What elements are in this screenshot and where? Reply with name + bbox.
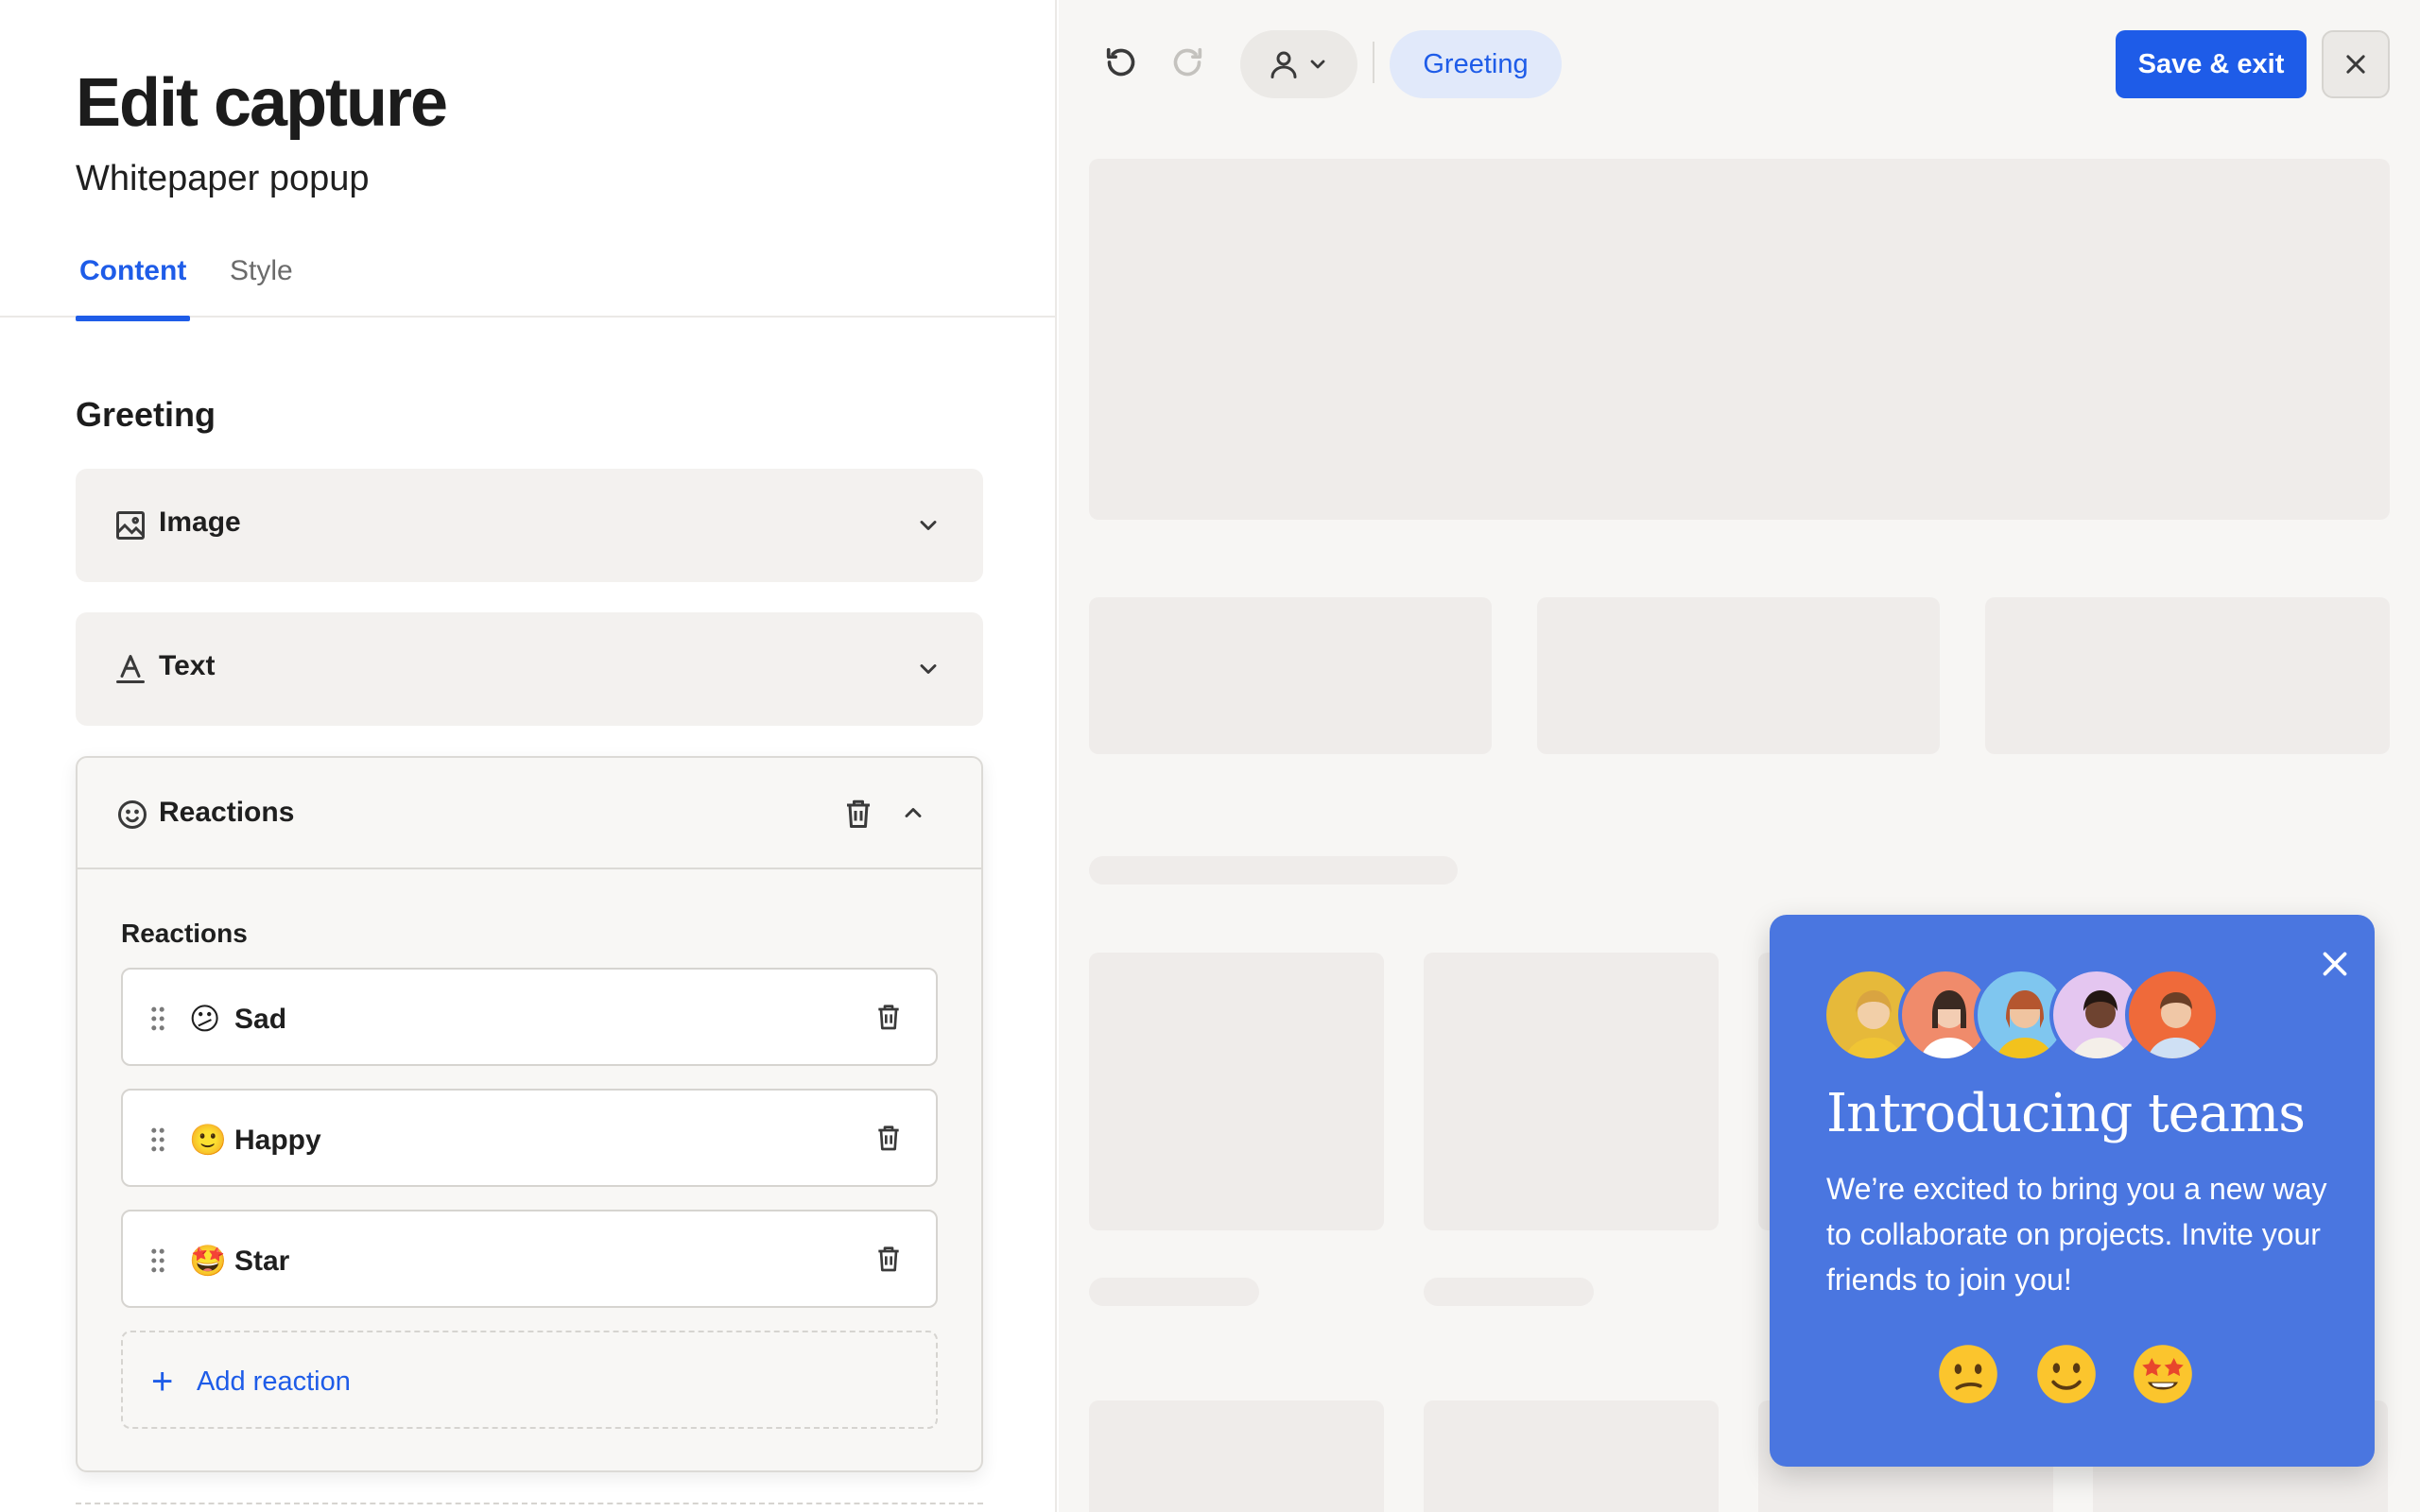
reactions-list-label: Reactions bbox=[121, 919, 248, 948]
accordion-image-label: Image bbox=[159, 507, 241, 538]
accordion-text-label: Text bbox=[159, 650, 216, 681]
add-reaction-button[interactable]: + Add reaction bbox=[121, 1331, 938, 1429]
skeleton-tile bbox=[1089, 1400, 1384, 1512]
close-icon[interactable] bbox=[2318, 947, 2352, 981]
greeting-popup[interactable]: Introducing teams We’re excited to bring… bbox=[1770, 915, 2375, 1467]
accordion-text[interactable]: Text bbox=[76, 612, 983, 726]
smiley-icon bbox=[118, 800, 147, 829]
skeleton-card bbox=[1089, 597, 1492, 754]
add-reaction-label: Add reaction bbox=[197, 1366, 351, 1397]
save-exit-button[interactable]: Save & exit bbox=[2116, 30, 2307, 98]
close-icon bbox=[2346, 55, 2365, 74]
drag-handle-icon[interactable] bbox=[149, 1126, 166, 1153]
skeleton-line bbox=[1089, 1278, 1259, 1306]
divider bbox=[76, 1503, 983, 1512]
section-heading: Greeting bbox=[76, 395, 216, 434]
tab-bar: Content Style bbox=[0, 248, 1055, 321]
chevron-up-icon[interactable] bbox=[900, 799, 926, 826]
tab-content[interactable]: Content bbox=[75, 255, 191, 321]
toolbar-divider bbox=[1373, 42, 1374, 83]
reaction-label: Sad bbox=[234, 1004, 287, 1035]
star-struck-emoji[interactable] bbox=[2131, 1342, 2195, 1406]
reaction-emoji: 🤩 bbox=[189, 1243, 227, 1279]
reaction-label: Happy bbox=[234, 1125, 321, 1156]
undo-icon[interactable] bbox=[1102, 43, 1140, 81]
user-preview-dropdown[interactable] bbox=[1240, 30, 1357, 98]
plus-icon: + bbox=[151, 1361, 174, 1402]
redo-icon[interactable] bbox=[1168, 43, 1206, 81]
sad-emoji[interactable] bbox=[1936, 1342, 2000, 1406]
page-subtitle: Whitepaper popup bbox=[76, 159, 370, 198]
reaction-emoji: 😕 bbox=[189, 1001, 221, 1037]
drag-handle-icon[interactable] bbox=[149, 1247, 166, 1274]
reaction-item-happy[interactable]: 🙂 Happy bbox=[121, 1089, 938, 1187]
popup-reactions bbox=[1936, 1342, 2238, 1408]
tab-style[interactable]: Style bbox=[230, 255, 293, 287]
user-icon bbox=[1270, 51, 1297, 78]
trash-icon[interactable] bbox=[873, 1000, 904, 1034]
skeleton-line bbox=[1424, 1278, 1594, 1306]
drag-handle-icon[interactable] bbox=[149, 1005, 166, 1032]
text-icon bbox=[116, 655, 145, 683]
accordion-reactions-header[interactable]: Reactions bbox=[78, 758, 981, 869]
reaction-item-sad[interactable]: 😕 Sad bbox=[121, 968, 938, 1066]
step-selector-pill[interactable]: Greeting bbox=[1390, 30, 1562, 98]
accordion-image[interactable]: Image bbox=[76, 469, 983, 582]
avatar bbox=[2125, 968, 2220, 1062]
image-icon bbox=[116, 511, 145, 540]
reaction-item-star[interactable]: 🤩 Star bbox=[121, 1210, 938, 1308]
reaction-label: Star bbox=[234, 1246, 290, 1277]
happy-emoji[interactable] bbox=[2034, 1342, 2099, 1406]
reaction-emoji: 🙂 bbox=[189, 1122, 227, 1158]
skeleton-card bbox=[1985, 597, 2390, 754]
trash-icon[interactable] bbox=[873, 1242, 904, 1276]
chevron-down-icon bbox=[920, 664, 937, 674]
skeleton-tile bbox=[1089, 953, 1384, 1230]
chevron-down-icon bbox=[1310, 60, 1325, 69]
popup-body: We’re excited to bring you a new way to … bbox=[1826, 1172, 2327, 1297]
skeleton-tile bbox=[1424, 953, 1719, 1230]
accordion-reactions: Reactions Reactions 😕 Sad 🙂 Happy 🤩 Star… bbox=[76, 756, 983, 1472]
trash-icon[interactable] bbox=[841, 796, 875, 832]
accordion-reactions-label: Reactions bbox=[159, 797, 295, 828]
page-title: Edit capture bbox=[76, 65, 448, 141]
trash-icon[interactable] bbox=[873, 1121, 904, 1155]
skeleton-card bbox=[1537, 597, 1940, 754]
skeleton-hero bbox=[1089, 159, 2390, 520]
close-button[interactable] bbox=[2322, 30, 2390, 98]
editor-panel: Edit capture Whitepaper popup Content St… bbox=[0, 0, 1057, 1512]
avatar-group bbox=[1823, 968, 2238, 1062]
chevron-down-icon bbox=[920, 521, 937, 530]
popup-title: Introducing teams bbox=[1826, 1083, 2306, 1144]
skeleton-line bbox=[1089, 856, 1458, 885]
skeleton-tile bbox=[1424, 1400, 1719, 1512]
